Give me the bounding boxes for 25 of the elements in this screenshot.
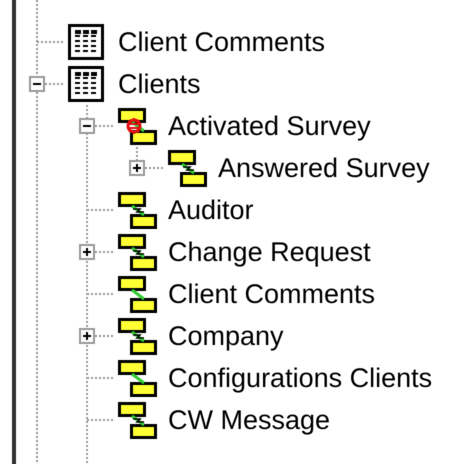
expand-icon[interactable] xyxy=(79,244,95,260)
tree-item-label[interactable]: Client Comments xyxy=(168,278,376,310)
tree-item-label[interactable]: Activated Survey xyxy=(168,110,371,142)
expand-icon[interactable] xyxy=(79,328,95,344)
table-icon xyxy=(68,66,104,102)
entity-icon xyxy=(118,276,157,312)
tree-item-label[interactable]: Configurations Clients xyxy=(168,362,432,394)
tree-item-label[interactable]: Clients xyxy=(118,68,201,100)
tree-item-label[interactable]: Answered Survey xyxy=(218,152,430,184)
table-icon xyxy=(68,24,104,60)
collapse-icon[interactable] xyxy=(29,76,45,92)
tree-item-label[interactable]: Client Comments xyxy=(118,26,326,58)
tree-item-label[interactable]: Auditor xyxy=(168,194,254,226)
entity-icon xyxy=(118,318,157,354)
entity-icon xyxy=(168,150,207,186)
collapse-icon[interactable] xyxy=(79,118,95,134)
expand-icon[interactable] xyxy=(129,160,145,176)
tree-item-label[interactable]: Change Request xyxy=(168,236,371,268)
error-entity-icon xyxy=(118,108,157,144)
entity-icon xyxy=(118,360,157,396)
entity-icon xyxy=(118,234,157,270)
tree-item-label[interactable]: CW Message xyxy=(168,404,330,436)
tree-item-label[interactable]: Company xyxy=(168,320,284,352)
entity-icon xyxy=(118,402,157,438)
entity-icon xyxy=(118,192,157,228)
